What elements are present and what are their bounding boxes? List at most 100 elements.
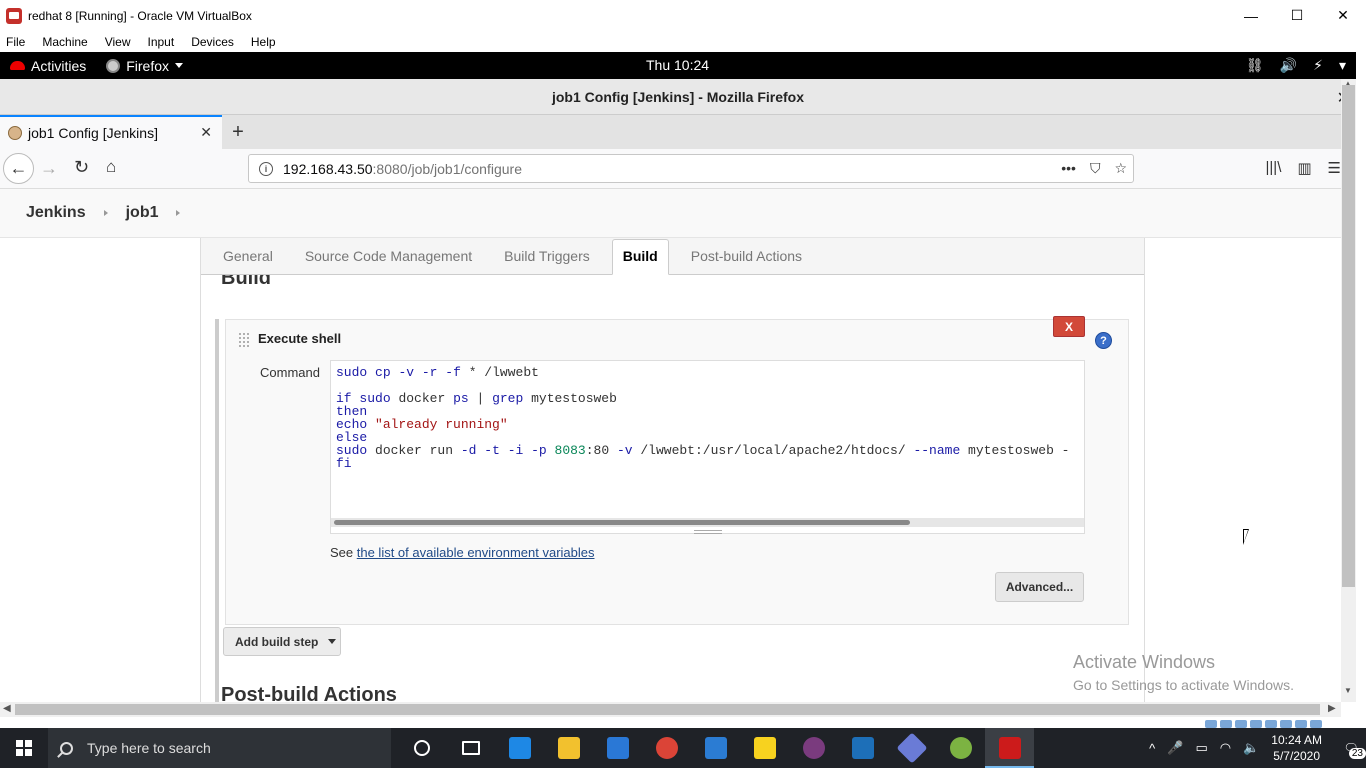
start-button[interactable] [0,728,48,768]
virtualbox-button[interactable] [838,728,887,768]
editor-horizontal-scrollbar[interactable] [331,518,1084,527]
page-actions-icon[interactable]: ••• [1061,160,1076,177]
chrome-button[interactable] [642,728,691,768]
breadcrumb-jenkins[interactable]: Jenkins [26,204,86,222]
site-info-icon[interactable]: i [259,161,273,176]
menu-devices[interactable]: Devices [191,35,234,49]
usb-icon[interactable] [1265,720,1277,728]
jenkins-favicon-icon [8,126,22,140]
slack-button[interactable] [789,728,838,768]
tab-build[interactable]: Build [611,239,669,275]
volume-icon: 🔊 [1279,57,1298,73]
store-button[interactable] [593,728,642,768]
recording-icon[interactable] [1310,720,1322,728]
editor-resize-handle[interactable] [694,530,722,534]
code-line: if sudo docker ps | grep mytestosweb [336,391,617,406]
command-editor[interactable]: sudo cp -v -r -f * /lwwebt if sudo docke… [330,360,1085,534]
reload-button[interactable]: ↻ [74,157,89,178]
redhat-vm-button[interactable] [985,728,1034,768]
optical-icon[interactable] [1220,720,1232,728]
menu-help[interactable]: Help [251,35,276,49]
action-center-button[interactable]: 🗨 23 [1336,728,1366,768]
add-build-step-button[interactable]: Add build step [223,627,341,656]
tab-source-code-management[interactable]: Source Code Management [295,248,482,274]
maximize-button[interactable]: ☐ [1274,0,1320,31]
file-explorer-button[interactable] [544,728,593,768]
library-icon[interactable]: |||\ [1266,159,1282,177]
scroll-left-icon[interactable]: ◀ [3,703,11,714]
activities-button[interactable]: Activities [10,58,86,74]
gnome-clock[interactable]: Thu 10:24 [646,57,709,73]
scroll-right-icon[interactable]: ▶ [1328,703,1336,714]
tab-post-build-actions[interactable]: Post-build Actions [681,248,812,274]
shared-folder-icon[interactable] [1280,720,1292,728]
delete-step-button[interactable]: X [1053,316,1085,337]
url-bar[interactable]: i 192.168.43.50 :8080/job/job1/configure… [248,154,1134,183]
app-menu[interactable]: Firefox [106,58,184,74]
network-icon: ⛓ [1245,57,1264,73]
menu-input[interactable]: Input [148,35,175,49]
hdd-icon[interactable] [1205,720,1217,728]
wifi-icon[interactable]: ◠ [1220,740,1231,756]
drag-handle-icon[interactable] [238,332,250,348]
edge-icon [508,737,531,759]
window-controls: — ☐ ✕ [1228,0,1366,31]
network-icon[interactable] [1250,720,1262,728]
advanced-button[interactable]: Advanced... [995,572,1084,602]
chevron-up-icon[interactable]: ^ [1149,741,1155,756]
sticky-notes-icon [753,737,776,759]
breadcrumb-separator-icon[interactable] [176,210,181,216]
mail-button[interactable] [691,728,740,768]
command-code[interactable]: sudo cp -v -r -f * /lwwebt if sudo docke… [336,366,1069,470]
forward-button[interactable]: → [40,158,58,179]
taskbar-search-box[interactable]: Type here to search [48,728,391,768]
battery-icon[interactable]: ▭ [1195,740,1207,756]
sidebar-icon[interactable]: ▥ [1297,159,1311,177]
menu-view[interactable]: View [105,35,131,49]
tab-close-icon[interactable]: ✕ [200,124,212,141]
hamburger-menu-icon[interactable]: ☰ [1328,159,1341,177]
watermark-title: Activate Windows [1073,652,1216,672]
back-button[interactable]: ← [3,153,34,184]
microphone-icon[interactable]: 🎤 [1167,740,1183,756]
menu-file[interactable]: File [6,35,25,49]
clock-date: 5/7/2020 [1273,749,1320,763]
paint-button[interactable] [936,728,985,768]
jenkins-page: Jenkins job1 Build General Source Code M… [0,189,1341,702]
sticky-notes-button[interactable] [740,728,789,768]
cortana-button[interactable] [397,728,446,768]
new-tab-button[interactable]: + [222,115,254,149]
audio-icon[interactable] [1235,720,1247,728]
breadcrumb-job1[interactable]: job1 [126,204,159,222]
breadcrumb-separator-icon[interactable] [103,210,108,216]
home-button[interactable]: ⌂ [106,157,116,177]
scrollbar-thumb[interactable] [1342,85,1355,587]
bookmark-star-icon[interactable]: ☆ [1114,160,1127,177]
minimize-button[interactable]: — [1228,0,1274,31]
firefox-titlebar: job1 Config [Jenkins] - Mozilla Firefox … [0,79,1356,115]
env-vars-link[interactable]: the list of available environment variab… [357,545,595,560]
display-icon[interactable] [1295,720,1307,728]
tab-general[interactable]: General [213,248,283,274]
vm-horizontal-scrollbar[interactable]: ◀ ▶ [0,702,1341,717]
scroll-down-icon[interactable]: ▼ [1344,686,1352,695]
taskbar-clock[interactable]: 10:24 AM 5/7/2020 [1271,732,1322,764]
tab-build-triggers[interactable]: Build Triggers [494,248,600,274]
scrollbar-thumb[interactable] [334,520,910,525]
page-vertical-scrollbar[interactable]: ▲ ▼ [1341,79,1356,702]
virtualbox-status-icons [1205,720,1322,728]
menu-machine[interactable]: Machine [42,35,87,49]
volume-icon[interactable]: 🔈 [1243,740,1259,756]
git-button[interactable] [887,728,936,768]
step-title: Execute shell [258,331,342,346]
edge-button[interactable] [495,728,544,768]
gnome-system-tray[interactable]: ⛓ 🔊 ⚡ ▾ [1246,57,1346,74]
task-view-button[interactable] [446,728,495,768]
tab-job1-config[interactable]: job1 Config [Jenkins] ✕ [0,115,222,149]
watermark-subtitle: Go to Settings to activate Windows. [1073,677,1294,693]
close-button[interactable]: ✕ [1320,0,1366,31]
help-icon[interactable]: ? [1095,332,1112,349]
pocket-icon[interactable]: ⛉ [1090,160,1101,177]
scrollbar-thumb[interactable] [15,704,1320,715]
job-config-form: Build General Source Code Management Bui… [200,238,1145,702]
